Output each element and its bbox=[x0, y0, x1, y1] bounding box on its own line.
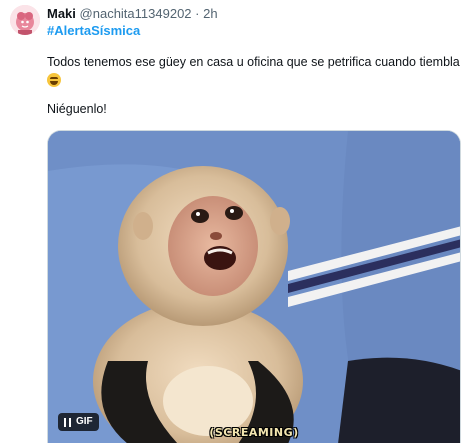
display-name[interactable]: Maki bbox=[47, 6, 76, 21]
separator-dot: · bbox=[195, 6, 200, 21]
hashtag-link[interactable]: #AlertaSísmica bbox=[47, 22, 140, 40]
gif-caption: (SCREAMING) bbox=[209, 426, 299, 439]
gif-media[interactable]: GIF (SCREAMING) bbox=[47, 130, 461, 443]
timestamp[interactable]: 2h bbox=[203, 6, 217, 21]
avatar-illustration bbox=[10, 5, 40, 35]
tweet-text: Todos tenemos ese güey en casa u oficina… bbox=[47, 54, 462, 88]
tweet-text-second-paragraph: Niéguenlo! bbox=[47, 102, 107, 116]
tweet-text-line: Todos tenemos ese güey en casa u oficina… bbox=[47, 55, 460, 69]
gif-frame bbox=[48, 131, 460, 443]
tweet-card[interactable]: Maki @nachita11349202 · 2h #AlertaSísmic… bbox=[0, 0, 472, 443]
rolling-on-floor-laughing-emoji-icon bbox=[47, 72, 61, 87]
tweet-header: Maki @nachita11349202 · 2h bbox=[47, 5, 462, 23]
user-handle[interactable]: @nachita11349202 bbox=[80, 6, 192, 21]
avatar[interactable] bbox=[10, 5, 40, 35]
